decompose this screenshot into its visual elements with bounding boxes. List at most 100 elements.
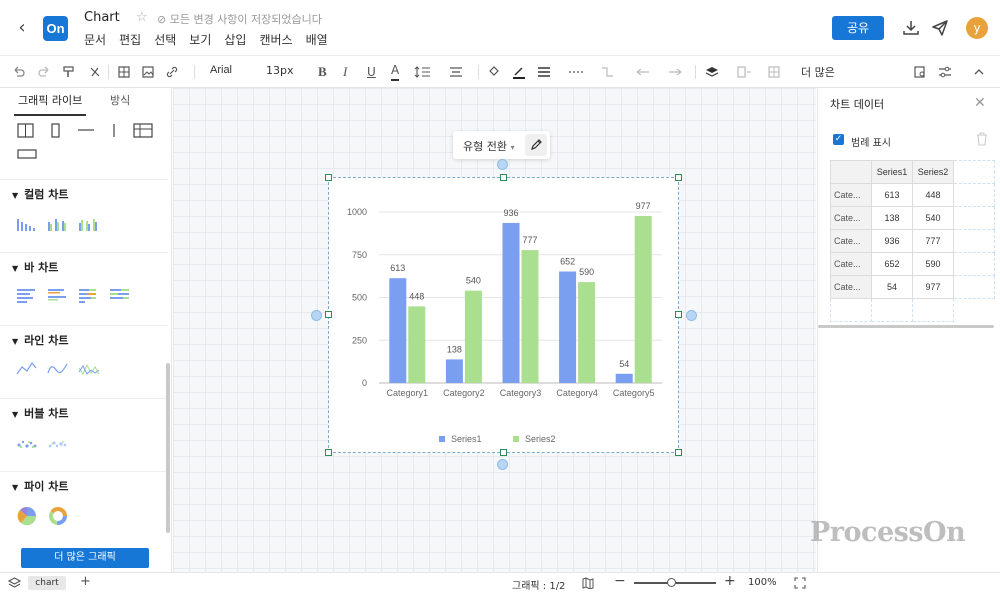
- edit-icon[interactable]: [525, 134, 547, 156]
- italic-icon[interactable]: I: [343, 63, 347, 81]
- line-chart-thumb[interactable]: [16, 360, 38, 378]
- close-icon[interactable]: ✕: [974, 95, 986, 111]
- switch-type-dropdown[interactable]: 유형 전환 ▾: [463, 138, 515, 154]
- link-icon[interactable]: [165, 63, 179, 81]
- trash-icon[interactable]: [976, 132, 988, 146]
- align-objects-icon[interactable]: [736, 63, 758, 81]
- bubble-chart-thumb[interactable]: [16, 433, 38, 451]
- column-header[interactable]: Series1: [871, 160, 913, 184]
- empty-cell[interactable]: [871, 298, 913, 322]
- empty-cell[interactable]: [953, 252, 995, 276]
- font-family-select[interactable]: Arial: [210, 64, 232, 76]
- collapse-toolbar-icon[interactable]: [972, 63, 986, 81]
- data-cell[interactable]: 448: [912, 183, 954, 207]
- layers-icon[interactable]: [7, 576, 22, 589]
- download-icon[interactable]: [901, 18, 921, 38]
- menu-insert[interactable]: 삽입: [224, 31, 246, 48]
- empty-cell[interactable]: [953, 275, 995, 299]
- data-cell[interactable]: 540: [912, 206, 954, 230]
- underline-icon[interactable]: U: [367, 63, 376, 81]
- layout-two-columns-icon[interactable]: [17, 123, 34, 138]
- stacked-bar-thumb[interactable]: [78, 287, 100, 305]
- format-painter-icon[interactable]: [62, 63, 76, 81]
- empty-cell[interactable]: [953, 229, 995, 253]
- category-header[interactable]: ▼ 컬럼 차트: [12, 186, 68, 202]
- resize-handle-e[interactable]: [675, 311, 682, 318]
- column-header[interactable]: Series2: [912, 160, 954, 184]
- bar-chart-thumb[interactable]: [16, 287, 38, 305]
- resize-handle-nw[interactable]: [325, 174, 332, 181]
- layout-table-icon[interactable]: [133, 123, 153, 138]
- multi-line-thumb[interactable]: [78, 360, 100, 378]
- row-header[interactable]: Cate...: [830, 206, 872, 230]
- resize-handle-se[interactable]: [675, 449, 682, 456]
- resize-handle-w[interactable]: [325, 311, 332, 318]
- more-tools-button[interactable]: 더 많은: [801, 64, 835, 80]
- menu-view[interactable]: 보기: [189, 31, 211, 48]
- find-icon[interactable]: [913, 63, 927, 81]
- line-spacing-icon[interactable]: [414, 63, 436, 81]
- back-icon[interactable]: ‹: [12, 18, 32, 38]
- data-cell[interactable]: 652: [871, 252, 913, 276]
- data-cell[interactable]: 936: [871, 229, 913, 253]
- grid-toggle-icon[interactable]: [117, 63, 131, 81]
- zoom-slider-knob[interactable]: [667, 578, 676, 587]
- resize-handle-s[interactable]: [500, 449, 507, 456]
- top-anchor-handle[interactable]: [497, 159, 508, 170]
- menu-canvas[interactable]: 캔버스: [259, 31, 292, 48]
- category-header[interactable]: ▼ 바 차트: [12, 259, 58, 275]
- tab-style[interactable]: 방식: [110, 92, 130, 108]
- data-cell[interactable]: 590: [912, 252, 954, 276]
- tab-graphic-library[interactable]: 그래픽 라이브: [18, 92, 82, 108]
- distribute-icon[interactable]: [767, 63, 789, 81]
- align-icon[interactable]: [448, 63, 470, 81]
- menu-document[interactable]: 문서: [84, 31, 106, 48]
- redo-icon[interactable]: [37, 63, 51, 81]
- pie-chart-thumb[interactable]: [16, 506, 38, 526]
- line-weight-icon[interactable]: [536, 63, 558, 81]
- menu-edit[interactable]: 편집: [119, 31, 141, 48]
- grouped-column-thumb[interactable]: [47, 214, 69, 232]
- scatter-chart-thumb[interactable]: [47, 433, 69, 451]
- undo-icon[interactable]: [12, 63, 26, 81]
- page-tab[interactable]: chart: [28, 576, 66, 590]
- resize-handle-n[interactable]: [500, 174, 507, 181]
- layout-row-icon[interactable]: [17, 149, 37, 159]
- share-button[interactable]: 공유: [832, 16, 884, 40]
- arrow-end-icon[interactable]: [666, 63, 688, 81]
- line-style-icon[interactable]: [567, 63, 589, 81]
- row-header[interactable]: Cate...: [830, 275, 872, 299]
- data-cell[interactable]: 977: [912, 275, 954, 299]
- font-size-select[interactable]: 13px: [266, 64, 294, 77]
- row-header[interactable]: Cate...: [830, 183, 872, 207]
- resize-handle-sw[interactable]: [325, 449, 332, 456]
- arrow-start-icon[interactable]: [634, 63, 656, 81]
- row-header[interactable]: Cate...: [830, 252, 872, 276]
- sidebar-scrollbar[interactable]: [166, 363, 170, 533]
- add-page-icon[interactable]: +: [80, 574, 91, 589]
- column-chart-thumb[interactable]: [16, 214, 38, 232]
- empty-cell[interactable]: [830, 298, 872, 322]
- empty-cell[interactable]: [953, 160, 995, 184]
- document-title[interactable]: Chart: [84, 10, 120, 25]
- menu-select[interactable]: 선택: [154, 31, 176, 48]
- data-cell[interactable]: 777: [912, 229, 954, 253]
- star-icon[interactable]: ☆: [136, 10, 148, 25]
- row-header[interactable]: Cate...: [830, 229, 872, 253]
- zoom-in-button[interactable]: +: [724, 573, 736, 589]
- minimap-icon[interactable]: [582, 577, 594, 590]
- category-header[interactable]: ▼ 파이 차트: [12, 478, 68, 494]
- empty-cell[interactable]: [953, 206, 995, 230]
- resize-handle-ne[interactable]: [675, 174, 682, 181]
- donut-chart-thumb[interactable]: [47, 506, 69, 526]
- panel-scrollbar[interactable]: [818, 325, 994, 328]
- layout-single-column-icon[interactable]: [51, 123, 60, 138]
- data-cell[interactable]: 138: [871, 206, 913, 230]
- stacked-column-thumb[interactable]: [78, 214, 100, 232]
- connector-icon[interactable]: [599, 63, 621, 81]
- avatar[interactable]: y: [966, 17, 988, 39]
- right-anchor-handle[interactable]: [686, 310, 697, 321]
- canvas-area[interactable]: 유형 전환 ▾ 0 250 500 750 1000 613 448 Category1 138…: [173, 88, 816, 572]
- legend-checkbox[interactable]: ✓: [833, 134, 844, 145]
- clear-format-icon[interactable]: [88, 63, 102, 81]
